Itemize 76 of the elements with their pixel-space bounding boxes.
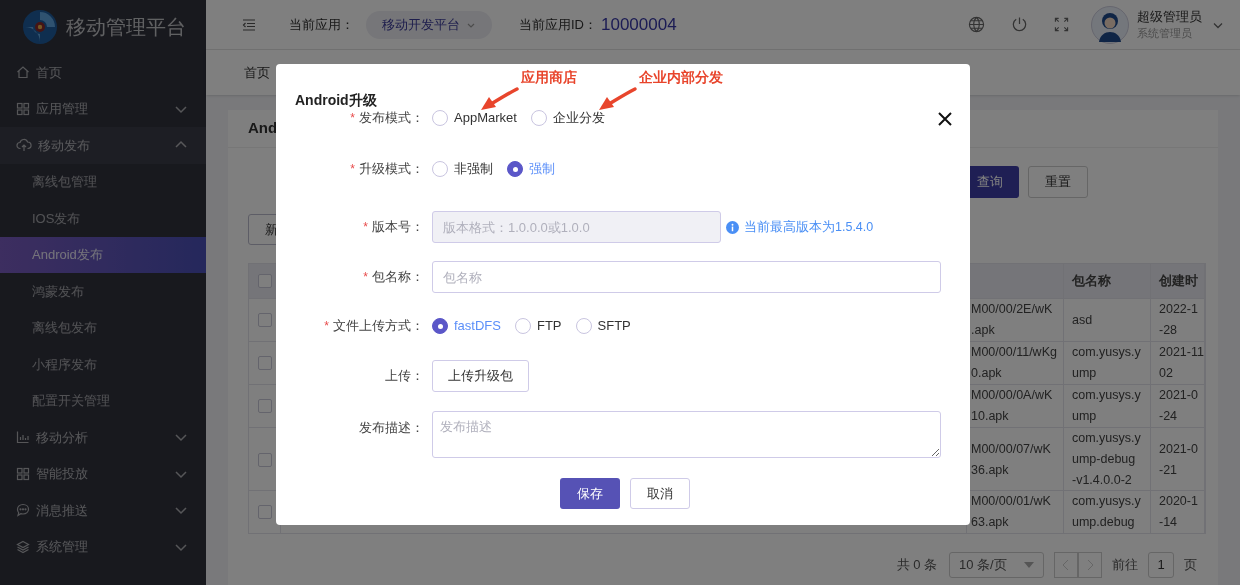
radio-option[interactable]: fastDFS <box>432 316 501 336</box>
required-asterisk: * <box>363 269 368 286</box>
power-icon <box>1011 16 1028 33</box>
cancel-button[interactable]: 取消 <box>630 478 690 509</box>
required-asterisk: * <box>363 219 368 236</box>
close-icon[interactable] <box>938 112 952 126</box>
page-tab[interactable]: 首页 <box>244 62 270 83</box>
table-cell-text: com.yusys.y ump.debug <box>1072 493 1141 531</box>
page-input[interactable]: 1 <box>1148 552 1174 578</box>
column-header: 包名称 <box>1072 272 1111 290</box>
table-cell-text: M00/00/01/wK 63.apk <box>971 493 1051 531</box>
app-select[interactable]: 移动开发平台 <box>366 10 492 39</box>
save-button[interactable]: 保存 <box>560 478 620 509</box>
caret-down-icon <box>1024 562 1034 568</box>
annotation-arrow <box>479 86 521 112</box>
info-icon <box>726 220 739 234</box>
annotation-text: 企业内部分发 <box>639 68 723 87</box>
required-asterisk: * <box>350 161 355 178</box>
reset-button[interactable]: 重置 <box>1028 166 1088 198</box>
row-checkbox[interactable] <box>257 274 272 288</box>
radio-option[interactable]: 企业分发 <box>530 108 605 128</box>
required-asterisk: * <box>324 318 329 335</box>
column-header: 创建时 <box>1159 272 1198 290</box>
row-checkbox[interactable] <box>257 313 272 327</box>
table-cell-text: 2021-0 -21 <box>1159 440 1198 479</box>
sidebar-submenu-item[interactable]: Android发布 <box>0 236 206 273</box>
field-label: 版本号： <box>372 218 424 237</box>
user-name: 超级管理员 <box>1137 8 1202 25</box>
version-hint-text: 当前最高版本为1.5.4.0 <box>744 218 874 236</box>
annotation-arrow <box>597 86 639 112</box>
table-cell-text: 2020-1 -14 <box>1159 493 1198 531</box>
row-checkbox[interactable] <box>257 356 272 370</box>
row-checkbox[interactable] <box>257 399 272 413</box>
total-count: 共 0 条 <box>896 556 937 575</box>
text-input-field[interactable]: 包名称 <box>432 261 941 293</box>
logo-icon <box>22 9 58 45</box>
app-id-label: 当前应用ID： <box>519 15 597 34</box>
next-page-icon <box>1078 552 1102 578</box>
description-textarea[interactable]: 发布描述 <box>432 411 941 458</box>
table-cell-text: 2022-1 -28 <box>1159 301 1198 339</box>
radio-option[interactable]: FTP <box>514 316 562 336</box>
required-asterisk: * <box>350 110 355 127</box>
panel-title: And <box>248 118 278 139</box>
app-id-value: 10000004 <box>601 13 677 36</box>
user-avatar-icon <box>1091 5 1129 44</box>
app-logo-title: 移动管理平台 <box>66 15 186 40</box>
row-checkbox[interactable] <box>257 505 272 519</box>
table-cell-text: 2021-0 -24 <box>1159 387 1198 425</box>
field-label: 发布模式： <box>359 109 424 128</box>
globe-icon <box>968 16 985 33</box>
table-cell-text: 2021-11 02 <box>1159 344 1204 382</box>
field-label: 发布描述： <box>359 419 424 437</box>
field-label: 升级模式： <box>359 160 424 179</box>
row-checkbox[interactable] <box>257 452 272 467</box>
fullscreen-icon <box>1054 17 1069 32</box>
field-label: 包名称： <box>372 268 424 287</box>
dialog-title: Android升级 <box>295 91 377 110</box>
goto-label: 前往 <box>1112 556 1138 575</box>
menu-toggle-icon <box>242 17 256 32</box>
table-cell-text: M00/00/0A/wK 10.apk <box>971 387 1053 425</box>
radio-option[interactable]: 非强制 <box>432 159 493 179</box>
radio-option[interactable]: SFTP <box>575 316 631 336</box>
radio-option[interactable]: 强制 <box>507 159 555 179</box>
table-cell-text: asd <box>1072 311 1093 329</box>
previous-page-icon <box>1054 552 1078 578</box>
current-app-label: 当前应用： <box>289 15 354 34</box>
radio-option[interactable]: AppMarket <box>432 108 517 128</box>
field-label: 上传： <box>385 367 424 386</box>
page-size-select[interactable]: 10 条/页 <box>949 552 1044 578</box>
table-cell-text: M00/00/11/wKg 0.apk <box>971 344 1057 382</box>
table-cell-text: M00/00/2E/wK .apk <box>971 301 1053 339</box>
upload-button[interactable]: 上传升级包 <box>432 360 529 392</box>
field-label: 文件上传方式： <box>333 317 424 336</box>
page-suffix: 页 <box>1184 556 1197 575</box>
annotation-text: 应用商店 <box>521 68 577 87</box>
table-cell-text: M00/00/07/wK 36.apk <box>971 440 1051 479</box>
